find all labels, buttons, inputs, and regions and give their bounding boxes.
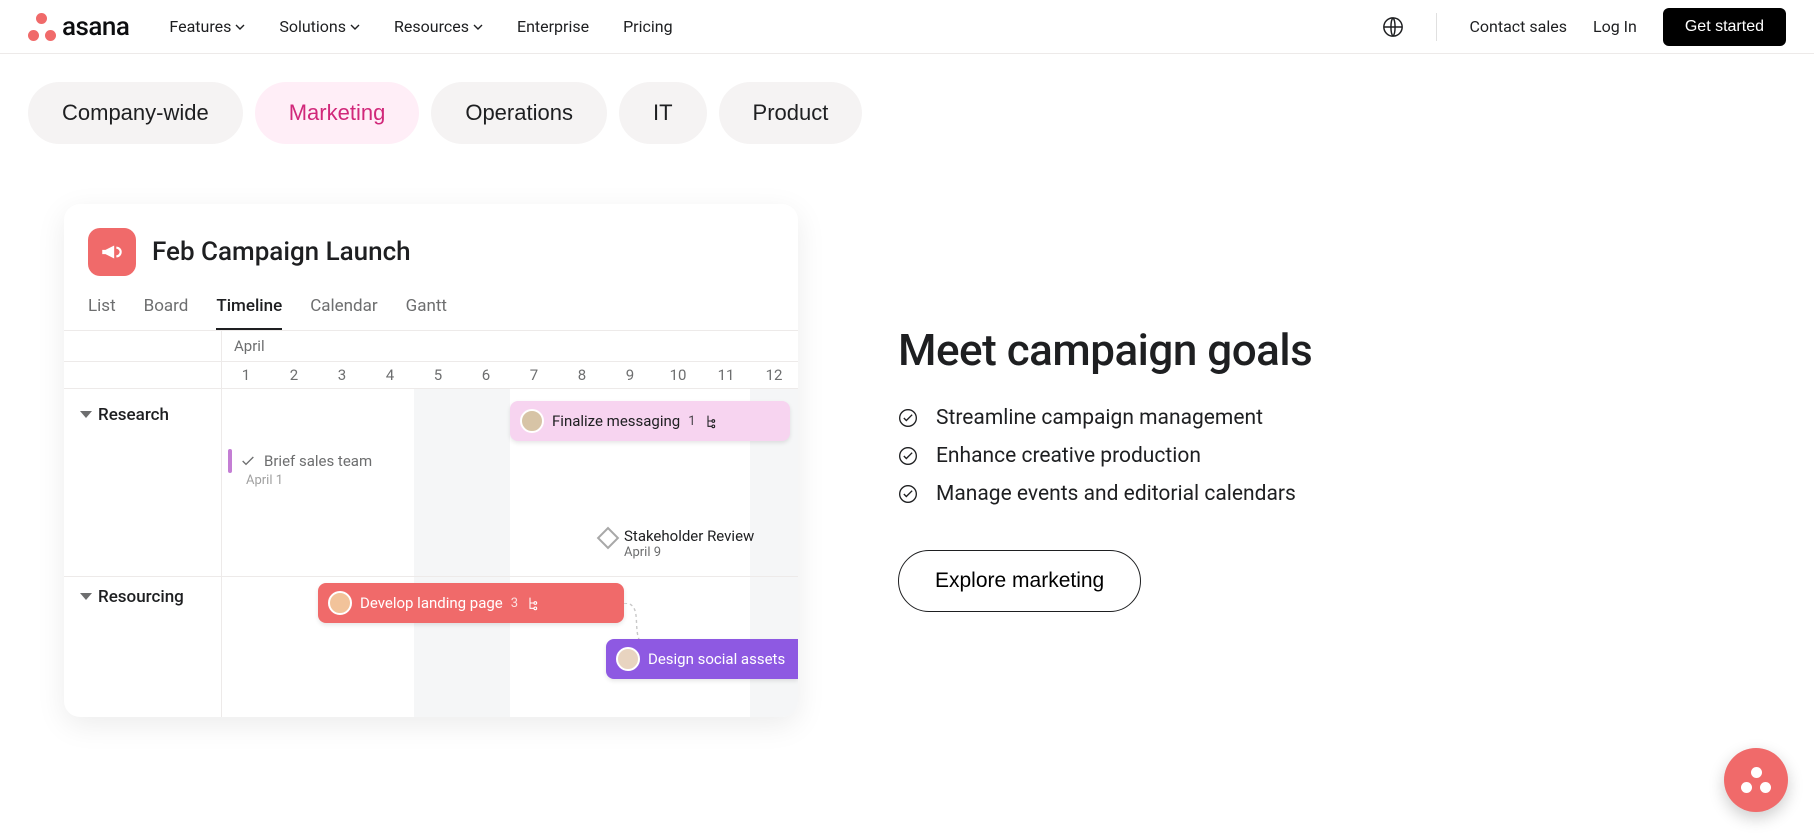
- task-label: Design social assets: [648, 650, 785, 668]
- use-case-tabs: Company-wide Marketing Operations IT Pro…: [0, 54, 1814, 144]
- section-label[interactable]: Research: [64, 389, 221, 425]
- day-cell: 8: [558, 362, 606, 388]
- avatar: [520, 409, 544, 433]
- timeline-lane[interactable]: Develop landing page 3 Design social ass…: [222, 577, 798, 717]
- milestone-stakeholder-review[interactable]: Stakeholder Review April 9: [600, 527, 754, 560]
- check-icon: [240, 453, 256, 469]
- milestone-date: April 9: [624, 545, 754, 560]
- divider: [1436, 13, 1437, 41]
- tab-it[interactable]: IT: [619, 82, 707, 144]
- task-design-social-assets[interactable]: Design social assets: [606, 639, 798, 679]
- subtask-count: 1: [688, 414, 695, 429]
- project-card: Feb Campaign Launch List Board Timeline …: [64, 204, 798, 717]
- day-cell: 11: [702, 362, 750, 388]
- nav-enterprise[interactable]: Enterprise: [517, 17, 589, 36]
- promo-panel: Meet campaign goals Streamline campaign …: [898, 204, 1312, 717]
- day-cell: 7: [510, 362, 558, 388]
- logo[interactable]: asana: [28, 12, 129, 42]
- tab-marketing[interactable]: Marketing: [255, 82, 420, 144]
- task-brief-sales-team[interactable]: Brief sales team April 1: [228, 449, 372, 473]
- tab-operations[interactable]: Operations: [431, 82, 607, 144]
- day-cell: 1: [222, 362, 270, 388]
- brand-name: asana: [62, 12, 129, 42]
- month-header: April: [64, 331, 798, 362]
- asana-logo-icon: [28, 13, 56, 41]
- view-board[interactable]: Board: [144, 288, 189, 330]
- day-cell: 4: [366, 362, 414, 388]
- project-header: Feb Campaign Launch: [64, 204, 798, 288]
- globe-icon[interactable]: [1382, 16, 1404, 38]
- day-cell: 6: [462, 362, 510, 388]
- month-label: April: [222, 331, 265, 361]
- nav-links: Features Solutions Resources Enterprise …: [169, 17, 672, 36]
- day-cell: 2: [270, 362, 318, 388]
- check-circle-icon: [898, 446, 918, 466]
- chevron-down-icon: [350, 22, 360, 32]
- chevron-down-icon: [473, 22, 483, 32]
- contact-sales-link[interactable]: Contact sales: [1469, 17, 1566, 36]
- view-timeline[interactable]: Timeline: [216, 288, 282, 330]
- nav-resources[interactable]: Resources: [394, 17, 483, 36]
- milestone-bar: [228, 449, 232, 473]
- get-started-button[interactable]: Get started: [1663, 8, 1786, 46]
- task-label: Brief sales team: [264, 452, 372, 470]
- timeline-lane[interactable]: Finalize messaging 1 Brief sales team Ap…: [222, 389, 798, 576]
- check-circle-icon: [898, 484, 918, 504]
- subtask-count: 3: [511, 596, 518, 611]
- view-list[interactable]: List: [88, 288, 116, 330]
- caret-down-icon: [80, 411, 92, 418]
- check-circle-icon: [898, 408, 918, 428]
- promo-bullet: Enhance creative production: [898, 444, 1312, 468]
- subtask-icon: [704, 413, 720, 429]
- subtask-icon: [526, 595, 542, 611]
- view-tabs: List Board Timeline Calendar Gantt: [64, 288, 798, 331]
- megaphone-icon: [88, 228, 136, 276]
- day-cell: 3: [318, 362, 366, 388]
- avatar: [328, 591, 352, 615]
- day-cell: 5: [414, 362, 462, 388]
- asana-dots-icon: [1741, 767, 1771, 793]
- task-develop-landing-page[interactable]: Develop landing page 3: [318, 583, 624, 623]
- task-label: Finalize messaging: [552, 412, 680, 430]
- nav-features[interactable]: Features: [169, 17, 245, 36]
- view-gantt[interactable]: Gantt: [406, 288, 447, 330]
- avatar: [616, 647, 640, 671]
- task-date: April 1: [246, 473, 283, 488]
- diamond-icon: [597, 527, 620, 550]
- task-label: Develop landing page: [360, 594, 503, 612]
- log-in-link[interactable]: Log In: [1593, 17, 1637, 36]
- timeline-body: Research Finalize messaging 1: [64, 389, 798, 717]
- promo-headline: Meet campaign goals: [898, 324, 1312, 376]
- tab-company-wide[interactable]: Company-wide: [28, 82, 243, 144]
- chevron-down-icon: [235, 22, 245, 32]
- caret-down-icon: [80, 593, 92, 600]
- section-resourcing: Resourcing Develop landing page 3: [64, 577, 798, 717]
- section-label[interactable]: Resourcing: [64, 577, 221, 607]
- promo-bullet: Manage events and editorial calendars: [898, 482, 1312, 506]
- day-header: 1 2 3 4 5 6 7 8 9 10 11 12: [64, 362, 798, 389]
- section-research: Research Finalize messaging 1: [64, 389, 798, 577]
- day-cell: 9: [606, 362, 654, 388]
- promo-bullets: Streamline campaign management Enhance c…: [898, 406, 1312, 506]
- project-title: Feb Campaign Launch: [152, 237, 411, 267]
- task-finalize-messaging[interactable]: Finalize messaging 1: [510, 401, 790, 441]
- day-cell: 12: [750, 362, 798, 388]
- main-content: Feb Campaign Launch List Board Timeline …: [0, 204, 1814, 717]
- nav-pricing[interactable]: Pricing: [623, 17, 673, 36]
- top-nav: asana Features Solutions Resources Enter…: [0, 0, 1814, 54]
- tab-product[interactable]: Product: [719, 82, 863, 144]
- chat-fab[interactable]: [1724, 748, 1788, 812]
- promo-bullet: Streamline campaign management: [898, 406, 1312, 430]
- milestone-label: Stakeholder Review: [624, 527, 754, 545]
- day-cell: 10: [654, 362, 702, 388]
- view-calendar[interactable]: Calendar: [310, 288, 377, 330]
- nav-right: Contact sales Log In Get started: [1382, 8, 1786, 46]
- explore-marketing-button[interactable]: Explore marketing: [898, 550, 1141, 612]
- nav-solutions[interactable]: Solutions: [279, 17, 360, 36]
